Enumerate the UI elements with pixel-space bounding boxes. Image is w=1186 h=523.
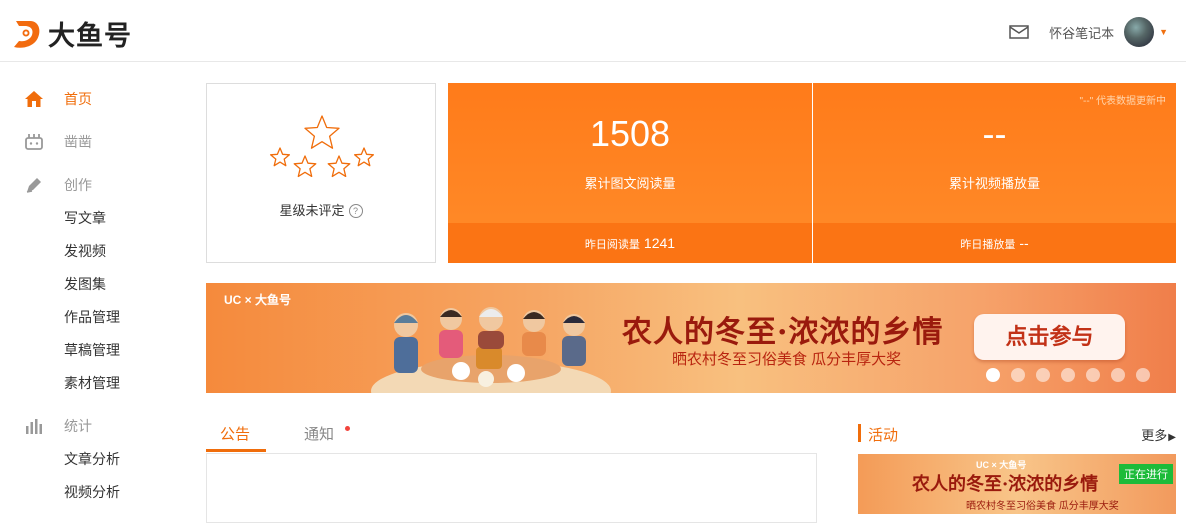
user-area: 怀谷笔记本 ▼ <box>1009 16 1168 48</box>
carousel-dot[interactable] <box>1086 368 1100 382</box>
mail-icon[interactable] <box>1009 24 1029 40</box>
tab-notifications[interactable]: 通知 <box>304 423 334 444</box>
banner-subtitle: 晒农村冬至习俗美食 瓜分丰厚大奖 <box>672 351 902 368</box>
notice-panel <box>206 453 817 523</box>
tab-announcements[interactable]: 公告 <box>220 423 250 444</box>
bar-chart-icon <box>26 419 42 434</box>
video-plays-total: -- <box>982 113 1007 154</box>
join-button[interactable]: 点击参与 <box>974 314 1125 360</box>
video-plays-caption: 累计视频播放量 <box>948 176 1040 191</box>
activity-header: 活动 更多▶ <box>858 424 1176 444</box>
rating-label: 星级未评定? <box>207 200 435 219</box>
sidebar-item-label: 写文章 <box>64 209 106 226</box>
sidebar-item-label: 文章分析 <box>64 450 120 467</box>
sidebar-item-label: 首页 <box>64 90 92 107</box>
chevron-right-icon: ▶ <box>1168 432 1176 443</box>
rating-text: 星级未评定 <box>279 203 345 218</box>
carousel-dot[interactable] <box>1111 368 1125 382</box>
sidebar-item-label: 素材管理 <box>64 374 120 391</box>
sidebar-item-write-article[interactable]: 写文章 <box>0 201 190 234</box>
notice-tabs: 公告 通知 <box>206 413 817 453</box>
status-badge: 正在进行 <box>1119 464 1173 484</box>
article-reads-yesterday: 昨日阅读量 1241 <box>448 223 812 263</box>
sidebar-item-label: 凿凿 <box>64 133 92 150</box>
active-tab-indicator <box>206 449 266 452</box>
article-reads-caption: 累计图文阅读量 <box>584 176 676 191</box>
sidebar-item-video-analysis[interactable]: 视频分析 <box>0 475 190 508</box>
carousel-dot[interactable] <box>986 368 1000 382</box>
sidebar-item-label: 统计 <box>64 417 92 434</box>
activity-card[interactable]: UC × 大鱼号 农人的冬至·浓浓的乡情 晒农村冬至习俗美食 瓜分丰厚大奖 正在… <box>858 454 1176 514</box>
sidebar-group-stats[interactable]: 统计 <box>0 409 190 442</box>
activity-title: 活动 <box>868 427 899 444</box>
banner-title: 农人的冬至·浓浓的乡情 <box>622 315 944 350</box>
more-label: 更多 <box>1141 428 1168 443</box>
sidebar-item-works[interactable]: 作品管理 <box>0 300 190 333</box>
article-reads-total: 1508 <box>589 113 671 154</box>
video-plays-yesterday: 昨日播放量 -- <box>813 223 1176 263</box>
carousel-dot[interactable] <box>1011 368 1025 382</box>
caret-down-icon[interactable]: ▼ <box>1159 27 1168 37</box>
banner-brand: UC × 大鱼号 <box>224 293 292 307</box>
logo[interactable]: 大鱼号 <box>10 14 132 53</box>
unread-dot <box>345 426 350 431</box>
help-icon[interactable]: ? <box>348 204 363 218</box>
sidebar-item-article-analysis[interactable]: 文章分析 <box>0 442 190 475</box>
sidebar-item-post-video[interactable]: 发视频 <box>0 234 190 267</box>
sidebar-item-label: 发视频 <box>64 242 106 259</box>
stars-icon <box>269 115 375 178</box>
home-icon <box>25 91 43 107</box>
sidebar-group-create[interactable]: 创作 <box>0 168 190 201</box>
logo-text: 大鱼号 <box>48 21 132 51</box>
banner-illustration <box>371 307 611 393</box>
sidebar-item-post-gallery[interactable]: 发图集 <box>0 267 190 300</box>
sidebar-item-label: 创作 <box>64 176 92 193</box>
pen-icon <box>26 178 41 193</box>
carousel-dots <box>986 368 1161 382</box>
activity-card-title: 农人的冬至·浓浓的乡情 <box>912 474 1099 495</box>
sidebar-item-label: 发图集 <box>64 275 106 292</box>
video-plays-card: "--" 代表数据更新中 -- 累计视频播放量 昨日播放量 -- <box>813 83 1176 263</box>
carousel-dot[interactable] <box>1036 368 1050 382</box>
avatar[interactable] <box>1124 17 1155 47</box>
widget-icon <box>25 134 43 150</box>
activity-card-subtitle: 晒农村冬至习俗美食 瓜分丰厚大奖 <box>966 501 1119 512</box>
more-link[interactable]: 更多▶ <box>1141 425 1176 444</box>
sidebar-item-materials[interactable]: 素材管理 <box>0 366 190 399</box>
sidebar-item-label: 草稿管理 <box>64 341 120 358</box>
yesterday-reads-value: 1241 <box>643 235 676 251</box>
yesterday-reads-label: 昨日阅读量 <box>584 239 640 251</box>
yesterday-plays-label: 昨日播放量 <box>960 239 1016 251</box>
sidebar-item-home[interactable]: 首页 <box>0 82 190 115</box>
carousel-dot[interactable] <box>1136 368 1150 382</box>
sidebar-item-zaozao[interactable]: 凿凿 <box>0 125 190 158</box>
sidebar-item-drafts[interactable]: 草稿管理 <box>0 333 190 366</box>
sidebar-item-label: 作品管理 <box>64 308 120 325</box>
star-rating-card: 星级未评定? <box>206 83 436 263</box>
top-header: 大鱼号 怀谷笔记本 ▼ <box>0 0 1186 62</box>
carousel-dot[interactable] <box>1061 368 1075 382</box>
section-marker <box>858 424 861 442</box>
article-reads-card: 1508 累计图文阅读量 昨日阅读量 1241 <box>448 83 812 263</box>
promo-banner[interactable]: UC × 大鱼号 农人的冬至·浓浓的乡情 晒农村冬至习俗美食 瓜分丰厚大奖 点击… <box>206 283 1176 393</box>
update-note: "--" 代表数据更新中 <box>1079 96 1166 107</box>
yesterday-plays-value: -- <box>1019 235 1029 251</box>
username[interactable]: 怀谷笔记本 <box>1049 23 1114 42</box>
dayu-logo-icon <box>14 20 40 48</box>
sidebar-item-label: 视频分析 <box>64 483 120 500</box>
